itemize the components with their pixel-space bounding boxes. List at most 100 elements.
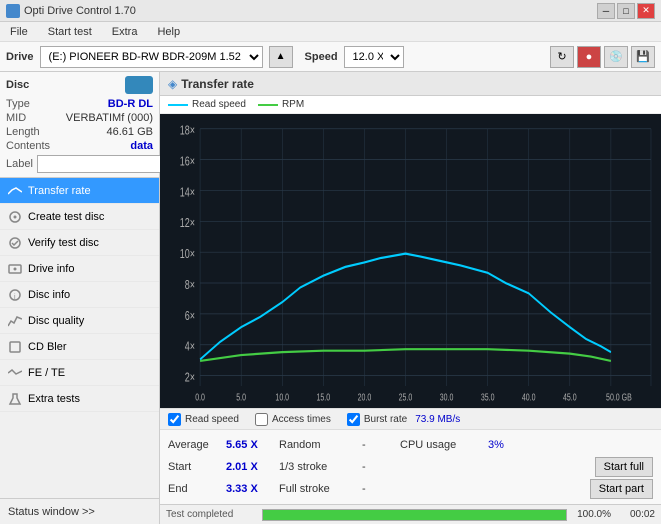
svg-text:50.0 GB: 50.0 GB bbox=[606, 391, 632, 403]
menu-file[interactable]: File bbox=[4, 24, 34, 40]
refresh-button[interactable]: ↻ bbox=[550, 46, 574, 68]
full-stroke-label: Full stroke bbox=[279, 483, 354, 495]
drive-info-icon bbox=[8, 262, 22, 276]
read-speed-checkbox[interactable] bbox=[168, 413, 181, 426]
burst-rate-value: 73.9 MB/s bbox=[415, 414, 460, 425]
stats-row-2: Start 2.01 X 1/3 stroke - Start full bbox=[168, 456, 653, 478]
svg-text:30.0: 30.0 bbox=[440, 391, 454, 403]
chart-controls: Read speed Access times Burst rate 73.9 … bbox=[160, 408, 661, 430]
status-window-label: Status window >> bbox=[8, 506, 95, 518]
label-label: Label bbox=[6, 158, 33, 170]
nav-items: Transfer rate Create test disc Verify te… bbox=[0, 178, 159, 498]
read-speed-color bbox=[168, 104, 188, 106]
svg-text:2×: 2× bbox=[185, 371, 195, 385]
nav-fe-te[interactable]: FE / TE bbox=[0, 360, 159, 386]
end-val: 3.33 X bbox=[226, 483, 271, 495]
access-times-ctrl-label: Access times bbox=[272, 414, 331, 425]
nav-extra-tests-label: Extra tests bbox=[28, 393, 80, 405]
nav-drive-info[interactable]: Drive info bbox=[0, 256, 159, 282]
verify-disc-icon bbox=[8, 236, 22, 250]
menu-start-test[interactable]: Start test bbox=[42, 24, 98, 40]
legend-rpm: RPM bbox=[258, 99, 304, 110]
stroke-1-3-val: - bbox=[362, 461, 392, 473]
nav-cd-bler-label: CD Bler bbox=[28, 341, 67, 353]
speed-label: Speed bbox=[305, 51, 338, 63]
svg-text:18×: 18× bbox=[180, 124, 195, 138]
svg-text:14×: 14× bbox=[180, 186, 195, 200]
nav-verify-test-disc[interactable]: Verify test disc bbox=[0, 230, 159, 256]
svg-text:5.0: 5.0 bbox=[236, 391, 246, 403]
drive-select[interactable]: (E:) PIONEER BD-RW BDR-209M 1.52 bbox=[40, 46, 263, 68]
speed-select[interactable]: 12.0 X ↓ bbox=[344, 46, 404, 68]
start-label: Start bbox=[168, 461, 218, 473]
eject-button[interactable]: ▲ bbox=[269, 46, 293, 68]
contents-label: Contents bbox=[6, 140, 50, 152]
disc-section-title: Disc bbox=[6, 79, 29, 91]
full-stroke-val: - bbox=[362, 483, 392, 495]
minimize-button[interactable]: ─ bbox=[597, 3, 615, 19]
drivebar: Drive (E:) PIONEER BD-RW BDR-209M 1.52 ▲… bbox=[0, 42, 661, 72]
end-label: End bbox=[168, 483, 218, 495]
nav-disc-quality[interactable]: Disc quality bbox=[0, 308, 159, 334]
stroke-1-3-label: 1/3 stroke bbox=[279, 461, 354, 473]
disc-section: Disc Type BD-R DL MID VERBATIMf (000) Le… bbox=[0, 72, 159, 178]
svg-text:4×: 4× bbox=[185, 340, 195, 354]
nav-disc-info-label: Disc info bbox=[28, 289, 70, 301]
window-controls: ─ □ ✕ bbox=[597, 3, 655, 19]
nav-cd-bler[interactable]: CD Bler bbox=[0, 334, 159, 360]
svg-text:15.0: 15.0 bbox=[317, 391, 331, 403]
maximize-button[interactable]: □ bbox=[617, 3, 635, 19]
burst-rate-ctrl: Burst rate 73.9 MB/s bbox=[347, 413, 460, 426]
menubar: File Start test Extra Help bbox=[0, 22, 661, 42]
start-full-button[interactable]: Start full bbox=[595, 457, 653, 477]
status-window-button[interactable]: Status window >> bbox=[0, 498, 159, 524]
burst-rate-checkbox[interactable] bbox=[347, 413, 360, 426]
close-button[interactable]: ✕ bbox=[637, 3, 655, 19]
stats-row-3: End 3.33 X Full stroke - Start part bbox=[168, 478, 653, 500]
sidebar: Disc Type BD-R DL MID VERBATIMf (000) Le… bbox=[0, 72, 160, 524]
legend-read-speed-label: Read speed bbox=[192, 99, 246, 110]
nav-disc-info[interactable]: i Disc info bbox=[0, 282, 159, 308]
chart-header: ◈ Transfer rate bbox=[160, 72, 661, 96]
burn-button[interactable]: 💿 bbox=[604, 46, 628, 68]
nav-drive-info-label: Drive info bbox=[28, 263, 74, 275]
chart-title-icon: ◈ bbox=[168, 77, 177, 91]
svg-text:10.0: 10.0 bbox=[275, 391, 289, 403]
chart-area: 18× 16× 14× 12× 10× 8× 6× 4× 2× 0.0 5.0 … bbox=[160, 114, 661, 408]
save-button[interactable]: 💾 bbox=[631, 46, 655, 68]
progress-label: Test completed bbox=[166, 509, 256, 520]
nav-create-test-disc[interactable]: Create test disc bbox=[0, 204, 159, 230]
length-label: Length bbox=[6, 126, 40, 138]
progress-percent: 100.0% bbox=[573, 509, 611, 520]
menu-extra[interactable]: Extra bbox=[106, 24, 144, 40]
nav-fe-te-label: FE / TE bbox=[28, 367, 65, 379]
create-disc-icon bbox=[8, 210, 22, 224]
svg-text:45.0: 45.0 bbox=[563, 391, 577, 403]
content-area: ◈ Transfer rate Read speed RPM bbox=[160, 72, 661, 524]
legend-rpm-label: RPM bbox=[282, 99, 304, 110]
app-title: Opti Drive Control 1.70 bbox=[24, 5, 136, 17]
rpm-color bbox=[258, 104, 278, 106]
fe-te-icon bbox=[8, 366, 22, 380]
read-speed-ctrl-label: Read speed bbox=[185, 414, 239, 425]
cpu-usage-label: CPU usage bbox=[400, 439, 480, 451]
cd-bler-icon bbox=[8, 340, 22, 354]
legend-read-speed: Read speed bbox=[168, 99, 246, 110]
type-value: BD-R DL bbox=[108, 98, 153, 110]
progress-time: 00:02 bbox=[617, 509, 655, 520]
svg-text:6×: 6× bbox=[185, 309, 195, 323]
progress-bar-container: Test completed 100.0% 00:02 bbox=[160, 504, 661, 524]
info-button[interactable]: ● bbox=[577, 46, 601, 68]
access-times-checkbox[interactable] bbox=[255, 413, 268, 426]
transfer-rate-icon bbox=[8, 184, 22, 198]
chart-title: Transfer rate bbox=[181, 77, 254, 91]
start-part-button[interactable]: Start part bbox=[590, 479, 653, 499]
chart-legend: Read speed RPM bbox=[160, 96, 661, 114]
nav-extra-tests[interactable]: Extra tests bbox=[0, 386, 159, 412]
mid-value: VERBATIMf (000) bbox=[66, 112, 153, 124]
nav-verify-disc-label: Verify test disc bbox=[28, 237, 99, 249]
menu-help[interactable]: Help bbox=[151, 24, 186, 40]
nav-transfer-rate[interactable]: Transfer rate bbox=[0, 178, 159, 204]
progress-fill bbox=[263, 510, 566, 520]
stats-row-1: Average 5.65 X Random - CPU usage 3% bbox=[168, 434, 653, 456]
